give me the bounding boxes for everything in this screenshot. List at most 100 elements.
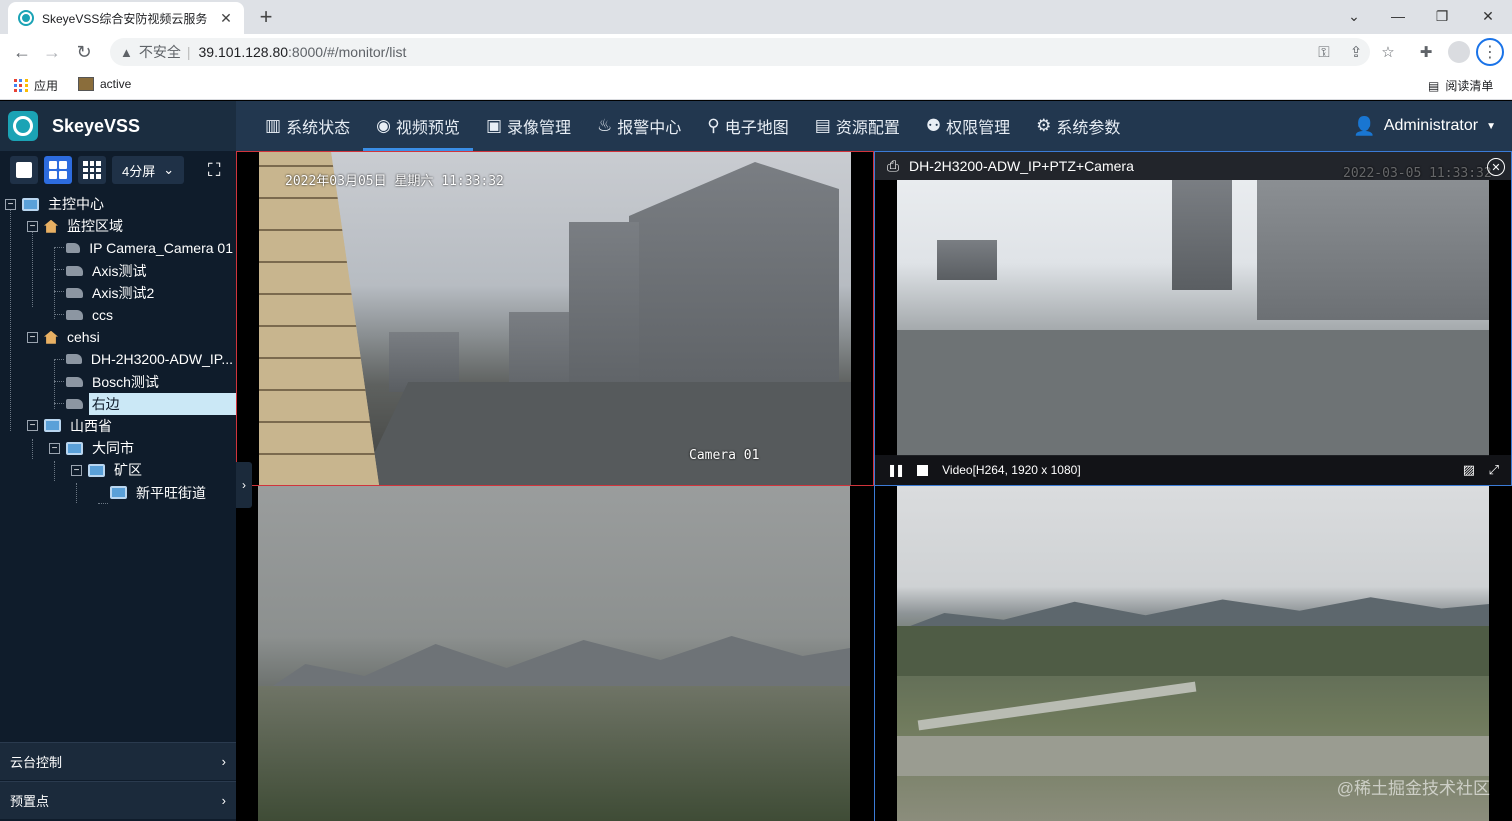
- ptz-control-panel[interactable]: 云台控制 ›: [0, 742, 236, 780]
- fullscreen-icon[interactable]: ⛶: [200, 156, 228, 184]
- tree-node-label: 监控区域: [67, 218, 123, 235]
- bookmark-active-label: active: [100, 77, 132, 91]
- nav-permissions[interactable]: ⚉ 权限管理: [913, 101, 1023, 151]
- tree-node-camera[interactable]: ccs: [0, 304, 236, 326]
- camera-icon: [66, 287, 83, 298]
- layout-9-button[interactable]: [78, 156, 106, 184]
- camera-title: DH-2H3200-ADW_IP+PTZ+Camera: [909, 158, 1134, 174]
- back-arrow-icon[interactable]: ←: [10, 40, 34, 64]
- chevron-down-icon: ⌄: [163, 162, 175, 177]
- tree-node-camera[interactable]: DH-2H3200-ADW_IP...: [0, 348, 236, 370]
- collapse-toggle-icon[interactable]: −: [5, 198, 16, 210]
- user-lock-icon: ⚉: [925, 116, 942, 135]
- close-video-icon[interactable]: ✕: [1487, 158, 1505, 176]
- video-feed-1: [259, 152, 851, 485]
- collapse-toggle-icon[interactable]: −: [71, 464, 82, 476]
- preset-panel[interactable]: 预置点 ›: [0, 781, 236, 819]
- reading-list-label: 阅读清单: [1445, 79, 1494, 93]
- snapshot-icon[interactable]: ▨: [1463, 462, 1475, 478]
- collapse-toggle-icon[interactable]: −: [27, 220, 38, 232]
- tree-node-area1[interactable]: − 监控区域: [0, 215, 236, 237]
- player-control-bar: ❚❚ Video[H264, 1920 x 1080] ▨ ⤢: [875, 455, 1511, 485]
- browser-tab[interactable]: SkeyeVSS综合安防视频云服务 ✕: [8, 2, 244, 34]
- restore-button[interactable]: ❐: [1420, 0, 1464, 32]
- watermark: @稀土掘金技术社区: [1336, 779, 1490, 798]
- nav-video-preview[interactable]: ◉ 视频预览: [363, 101, 473, 151]
- tree-node-area2[interactable]: − cehsi: [0, 326, 236, 348]
- collapse-toggle-icon[interactable]: −: [27, 331, 38, 343]
- tree-node-city[interactable]: − 大同市: [0, 437, 236, 459]
- nav-alarm-center[interactable]: ♨ 报警中心: [584, 101, 694, 151]
- tree-node-label: 山西省: [70, 417, 112, 434]
- collapse-toggle-icon[interactable]: −: [49, 442, 60, 454]
- nav-label: 权限管理: [946, 120, 1011, 137]
- nav-emap[interactable]: ⚲ 电子地图: [694, 101, 801, 151]
- video-cell-2[interactable]: ⎙ DH-2H3200-ADW_IP+PTZ+Camera 2022-03-05…: [874, 151, 1512, 486]
- layout-4-button[interactable]: [44, 156, 72, 184]
- close-window-button[interactable]: ✕: [1466, 0, 1510, 32]
- minimize-button[interactable]: —: [1376, 0, 1420, 32]
- sidebar-collapse-handle[interactable]: ›: [236, 462, 252, 508]
- pause-icon[interactable]: ❚❚: [887, 463, 905, 477]
- split-select[interactable]: 4分屏 ⌄: [112, 156, 185, 184]
- tree-node-camera[interactable]: Axis测试2: [0, 282, 236, 304]
- nav-resources[interactable]: ▤ 资源配置: [802, 101, 913, 151]
- bookmark-active[interactable]: active: [78, 77, 131, 91]
- chart-icon: ▥: [265, 116, 282, 135]
- star-icon[interactable]: ☆: [1378, 42, 1398, 62]
- nav-system-status[interactable]: ▥ 系统状态: [252, 101, 363, 151]
- tree-node-camera[interactable]: Axis测试: [0, 260, 236, 282]
- tree-node-label: 右边: [88, 392, 236, 415]
- tree-node-root[interactable]: − 主控中心: [0, 193, 236, 215]
- eye-icon: ◉: [376, 116, 391, 135]
- tree-node-label: Bosch测试: [92, 373, 159, 390]
- tree-node-camera[interactable]: Bosch测试: [0, 371, 236, 393]
- video-cell-3[interactable]: [236, 486, 874, 821]
- warning-triangle-icon[interactable]: ▲: [120, 45, 133, 60]
- browser-menu-icon[interactable]: ⋮: [1476, 38, 1504, 66]
- camera-icon: [66, 398, 83, 409]
- device-tree: − 主控中心 − 监控区域 IP Camera_Camera 01 Axis测试…: [0, 189, 236, 504]
- tree-node-camera[interactable]: IP Camera_Camera 01: [0, 237, 236, 259]
- tree-node-label: cehsi: [67, 329, 100, 346]
- layout-toolbar: 4分屏 ⌄ ⛶: [0, 151, 236, 189]
- tree-node-label: 新平旺街道: [136, 484, 206, 501]
- nav-recording[interactable]: ▣ 录像管理: [473, 101, 584, 151]
- key-icon[interactable]: ⚿: [1314, 42, 1334, 62]
- browser-toolbar: ← → ↻ ▲ 不安全 | 39.101.128.80 :8000/#/moni…: [0, 34, 1512, 70]
- user-name: Administrator: [1383, 117, 1479, 134]
- tree-node-label: 大同市: [92, 440, 134, 457]
- nav-system-params[interactable]: ⚙ 系统参数: [1023, 101, 1133, 151]
- tree-node-district[interactable]: − 矿区: [0, 459, 236, 481]
- tree-node-camera-selected[interactable]: 右边: [0, 392, 236, 415]
- collapse-toggle-icon[interactable]: −: [27, 420, 38, 432]
- ptz-control-label: 云台控制: [10, 755, 63, 770]
- expand-icon[interactable]: ⤢: [1489, 462, 1499, 478]
- share-icon[interactable]: ⇪: [1346, 42, 1366, 62]
- video-cell-1[interactable]: 2022年03月05日 星期六 11:33:32 Camera 01: [236, 151, 874, 486]
- home-icon: [44, 219, 58, 233]
- nav-label: 报警中心: [617, 120, 682, 137]
- camera-icon: [66, 310, 83, 321]
- bookmark-apps-label: 应用: [34, 79, 59, 93]
- chevron-right-icon: ›: [242, 478, 246, 492]
- extensions-puzzle-icon[interactable]: ✚: [1416, 42, 1436, 62]
- new-tab-button[interactable]: +: [254, 4, 278, 30]
- video-cell-4[interactable]: @稀土掘金技术社区: [874, 486, 1512, 821]
- tab-search-icon[interactable]: ⌄: [1332, 0, 1376, 32]
- layout-1-button[interactable]: [10, 156, 38, 184]
- profile-avatar-icon[interactable]: [1448, 41, 1470, 63]
- brand-name: SkeyeVSS: [52, 115, 141, 136]
- stop-icon[interactable]: [917, 464, 929, 476]
- bookmark-apps[interactable]: 应用: [14, 77, 58, 94]
- reload-icon[interactable]: ↻: [72, 40, 96, 64]
- forward-arrow-icon[interactable]: →: [40, 40, 64, 64]
- reading-list[interactable]: ▤ 阅读清单: [1428, 77, 1493, 94]
- user-menu[interactable]: 👤 Administrator ▼: [1353, 101, 1496, 151]
- tree-node-label: DH-2H3200-ADW_IP...: [90, 351, 233, 368]
- address-bar[interactable]: ▲ 不安全 | 39.101.128.80 :8000/#/monitor/li…: [110, 38, 1370, 66]
- insecure-label[interactable]: 不安全: [139, 42, 181, 62]
- tree-node-province[interactable]: − 山西省: [0, 415, 236, 437]
- tab-close-icon[interactable]: ✕: [218, 10, 234, 27]
- tree-node-street[interactable]: 新平旺街道: [0, 481, 236, 503]
